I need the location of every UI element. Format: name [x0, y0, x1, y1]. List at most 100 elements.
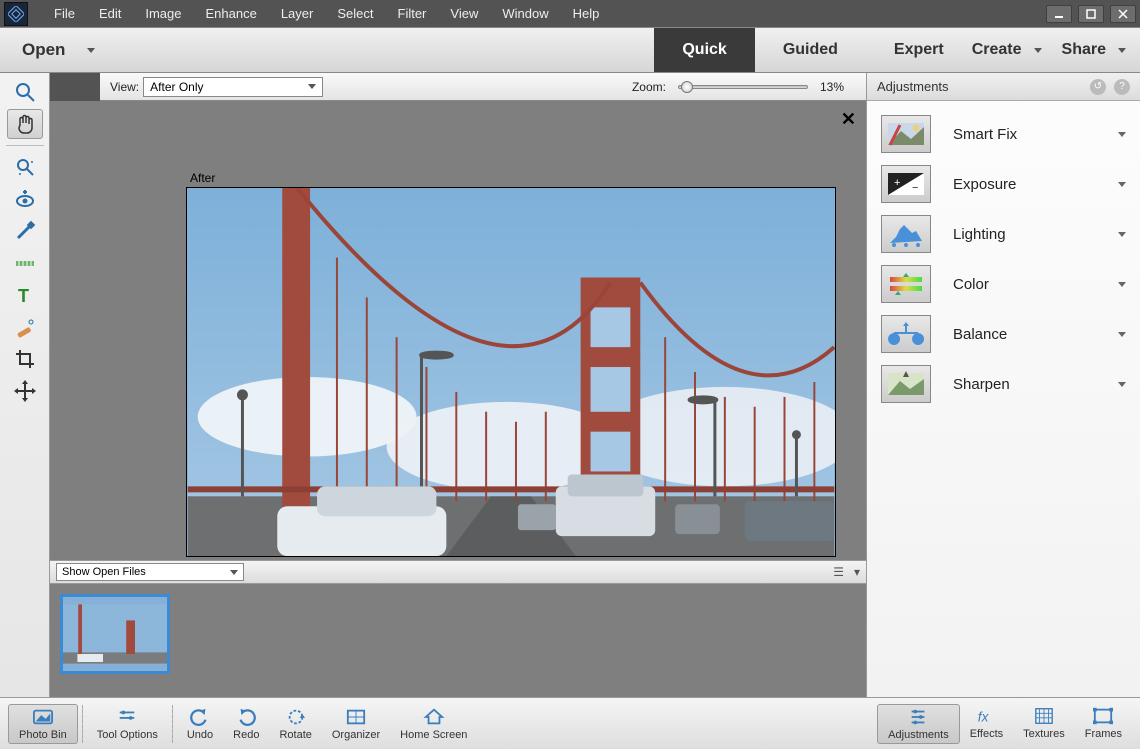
adj-exposure[interactable]: +−Exposure [867, 159, 1140, 209]
adj-sharpen[interactable]: Sharpen [867, 359, 1140, 409]
menu-select[interactable]: Select [325, 2, 385, 25]
bb-redo[interactable]: Redo [223, 705, 269, 743]
close-document-button[interactable]: ✕ [841, 109, 856, 130]
mode-tab-expert[interactable]: Expert [866, 28, 972, 72]
adj-color[interactable]: Color [867, 259, 1140, 309]
photobin-icons: ☰ ▾ [833, 565, 860, 579]
bb-label: Home Screen [400, 729, 467, 741]
zoom-thumb[interactable] [681, 81, 693, 93]
menu-view[interactable]: View [438, 2, 490, 25]
help-icon[interactable]: ? [1114, 79, 1130, 95]
menu-filter[interactable]: Filter [386, 2, 439, 25]
photobin-select[interactable]: Show Open Files [56, 563, 244, 581]
after-label: After [190, 171, 215, 185]
eye-tool[interactable] [7, 184, 43, 214]
bb-undo[interactable]: Undo [177, 705, 223, 743]
svg-text:−: − [912, 182, 918, 194]
toolstrip: T [0, 73, 50, 697]
canvas-column: View: After Only Zoom: 13% ✕ After [50, 73, 866, 697]
caret-down-icon [1118, 182, 1126, 187]
quick-select-tool[interactable] [7, 152, 43, 182]
caret-down-icon [230, 570, 238, 575]
right-panel: Adjustments ↺ ? Smart Fix+−ExposureLight… [866, 73, 1140, 697]
close-button[interactable] [1110, 5, 1136, 23]
menu-file[interactable]: File [42, 2, 87, 25]
bb-textures[interactable]: Textures [1013, 704, 1075, 744]
caret-down-icon [87, 48, 95, 53]
view-value: After Only [150, 80, 203, 94]
photobin-thumb[interactable] [60, 594, 170, 674]
menu-edit[interactable]: Edit [87, 2, 133, 25]
caret-down-icon [1118, 232, 1126, 237]
spot-heal-tool[interactable] [7, 312, 43, 342]
svg-text:fx: fx [978, 709, 990, 724]
bb-adjustments[interactable]: Adjustments [877, 704, 960, 744]
whiten-tool[interactable] [7, 216, 43, 246]
menu-enhance[interactable]: Enhance [194, 2, 269, 25]
bottombar: Photo Bin Tool Options UndoRedo Rotate Organ… [0, 697, 1140, 749]
bb-tool-options[interactable]: Tool Options [87, 705, 168, 743]
bb-rotate[interactable]: Rotate [269, 705, 321, 743]
adj-label: Balance [953, 326, 1007, 343]
mode-tab-quick[interactable]: Quick [654, 28, 754, 72]
bb-label: Textures [1023, 728, 1065, 740]
mode-tab-guided[interactable]: Guided [755, 28, 866, 72]
adj-smart-fix[interactable]: Smart Fix [867, 109, 1140, 159]
bb-effects[interactable]: fxEffects [960, 704, 1013, 744]
menu-window[interactable]: Window [490, 2, 560, 25]
photobin-select-label: Show Open Files [62, 566, 146, 578]
caret-down-icon [1118, 48, 1126, 53]
bb-label: Adjustments [888, 729, 949, 741]
panel-header: Adjustments ↺ ? [867, 73, 1140, 101]
zoom-group: Zoom: 13% [628, 80, 860, 94]
reset-icon[interactable]: ↺ [1090, 79, 1106, 95]
titlebar: FileEditImageEnhanceLayerSelectFilterVie… [0, 0, 1140, 27]
window-controls [1046, 5, 1136, 23]
adj-balance[interactable]: Balance [867, 309, 1140, 359]
photobin-list-icon[interactable]: ☰ [833, 565, 844, 579]
bb-label: Tool Options [97, 729, 158, 741]
open-label: Open [22, 40, 65, 60]
menu-help[interactable]: Help [561, 2, 612, 25]
share-button[interactable]: Share [1062, 41, 1126, 59]
bb-frames[interactable]: Frames [1075, 704, 1132, 744]
type-tool[interactable]: T [7, 280, 43, 310]
bb-label: Photo Bin [19, 729, 67, 741]
bb-label: Rotate [279, 729, 311, 741]
adj-label: Sharpen [953, 376, 1010, 393]
adj-lighting[interactable]: Lighting [867, 209, 1140, 259]
adj-label: Smart Fix [953, 126, 1017, 143]
photobin-menu-icon[interactable]: ▾ [854, 565, 860, 579]
svg-text:T: T [18, 286, 29, 306]
zoom-value: 13% [816, 80, 848, 94]
move-tool[interactable] [7, 376, 43, 406]
menu-image[interactable]: Image [133, 2, 193, 25]
bridge-photo [187, 188, 835, 556]
zoom-tool[interactable] [7, 77, 43, 107]
adj-icon [881, 315, 931, 353]
modebar: Open QuickGuidedExpert Create Share [0, 27, 1140, 73]
caret-down-icon [308, 84, 316, 89]
canvas-area[interactable]: ✕ After [50, 101, 866, 560]
image-frame [186, 187, 836, 557]
adj-icon [881, 365, 931, 403]
mode-right: Create Share [972, 28, 1140, 72]
straighten-tool[interactable] [7, 248, 43, 278]
create-button[interactable]: Create [972, 41, 1042, 59]
maximize-button[interactable] [1078, 5, 1104, 23]
caret-down-icon [1118, 332, 1126, 337]
adjustments-list: Smart Fix+−ExposureLightingColorBalanceS… [867, 101, 1140, 697]
menu-layer[interactable]: Layer [269, 2, 326, 25]
crop-tool[interactable] [7, 344, 43, 374]
bb-organizer[interactable]: Organizer [322, 705, 390, 743]
bb-photo-bin[interactable]: Photo Bin [8, 704, 78, 744]
adj-label: Exposure [953, 176, 1016, 193]
zoom-slider[interactable] [678, 85, 808, 89]
view-select[interactable]: After Only [143, 77, 323, 97]
app-icon [4, 2, 28, 26]
hand-tool[interactable] [7, 109, 43, 139]
minimize-button[interactable] [1046, 5, 1072, 23]
zoom-label: Zoom: [628, 80, 670, 94]
open-button[interactable]: Open [0, 28, 117, 72]
bb-home-screen[interactable]: Home Screen [390, 705, 477, 743]
